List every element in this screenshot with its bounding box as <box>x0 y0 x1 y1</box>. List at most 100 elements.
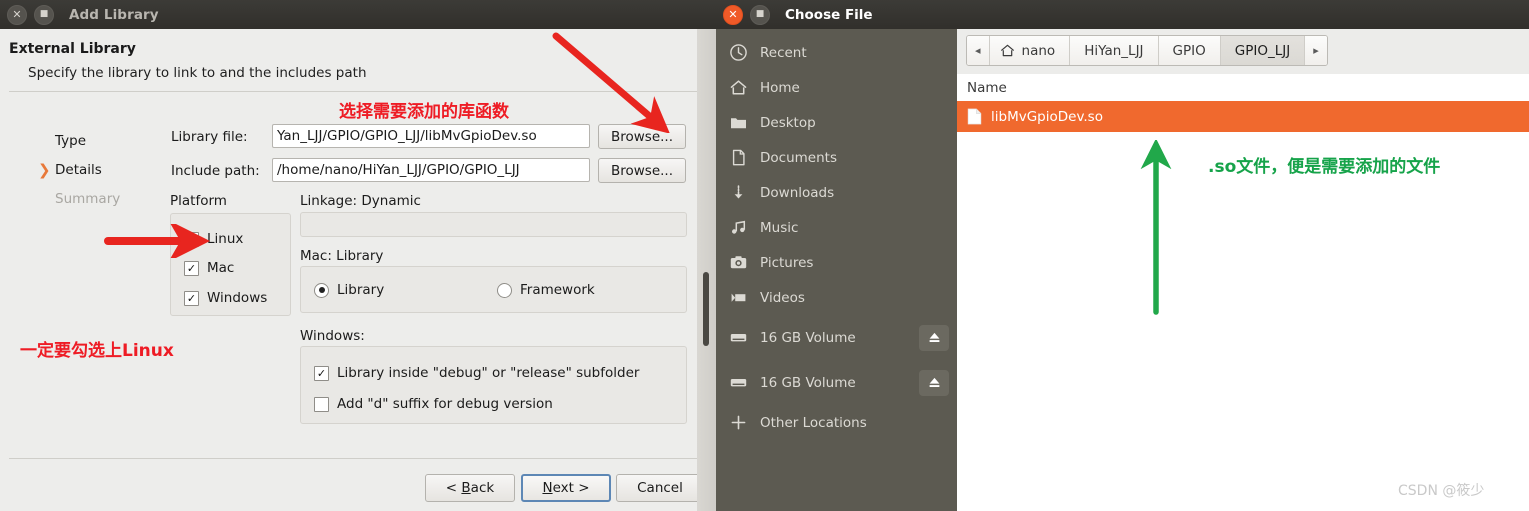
file-list-item-selected[interactable]: libMvGpioDev.so <box>957 101 1529 132</box>
home-icon <box>716 78 760 97</box>
mac-library-option-label: Library <box>337 282 385 298</box>
windows-option-label: Library inside "debug" or "release" subf… <box>337 365 640 381</box>
cancel-button[interactable]: Cancel <box>616 474 704 502</box>
sidebar-item-pictures[interactable]: Pictures <box>716 245 957 280</box>
sidebar-item-label: Recent <box>760 44 807 61</box>
sidebar-item-label: Music <box>760 219 799 236</box>
sidebar-item-label: Home <box>760 79 800 96</box>
mac-radio-framework[interactable]: Framework <box>497 282 595 298</box>
include-path-label: Include path: <box>171 163 260 179</box>
choose-file-window-title: Choose File <box>785 6 873 23</box>
radio-selected-icon <box>314 282 329 298</box>
sidebar-item-label: Desktop <box>760 114 816 131</box>
sidebar-item-home[interactable]: Home <box>716 70 957 105</box>
path-bar: ◂ nano HiYan_LJJ GPIO GPIO_LJJ ▸ <box>957 29 1529 74</box>
sidebar-item-videos[interactable]: Videos <box>716 280 957 315</box>
platform-label: Platform <box>170 193 227 209</box>
footer-divider <box>9 458 699 459</box>
annotation-green-right: .so文件，便是需要添加的文件 <box>1208 157 1441 177</box>
windows-label: Windows: <box>300 328 365 344</box>
drive-icon <box>716 373 760 392</box>
file-icon <box>967 108 982 125</box>
breadcrumb-scroll-right-button[interactable]: ▸ <box>1305 36 1327 65</box>
back-button-label: < Back <box>445 480 495 496</box>
linkage-label: Linkage: Dynamic <box>300 193 421 209</box>
sidebar-item-downloads[interactable]: Downloads <box>716 175 957 210</box>
places-sidebar: Recent Home Desktop Documents Downloads <box>716 29 957 511</box>
breadcrumb-scroll-left-button[interactable]: ◂ <box>967 36 990 65</box>
linkage-value-box <box>300 212 687 237</box>
sidebar-item-other-locations[interactable]: Other Locations <box>716 405 957 440</box>
platform-checkbox-linux[interactable]: ✓ Linux <box>184 231 243 247</box>
mac-radio-library[interactable]: Library <box>314 282 384 298</box>
close-icon[interactable]: ✕ <box>7 4 27 25</box>
sidebar-item-label: 16 GB Volume <box>760 374 856 391</box>
next-button-label: Next > <box>542 480 590 496</box>
platform-option-label: Windows <box>207 290 268 306</box>
clock-icon <box>716 43 760 62</box>
maximize-icon[interactable]: ■ <box>34 4 54 25</box>
drive-icon <box>716 328 760 347</box>
library-file-label: Library file: <box>171 129 248 145</box>
back-button[interactable]: < Back <box>425 474 515 502</box>
platform-option-label: Linux <box>207 231 244 247</box>
sidebar-item-desktop[interactable]: Desktop <box>716 105 957 140</box>
include-path-browse-button[interactable]: Browse... <box>598 158 686 183</box>
breadcrumb-item-gpio-ljj[interactable]: GPIO_LJJ <box>1220 36 1306 65</box>
breadcrumb: ◂ nano HiYan_LJJ GPIO GPIO_LJJ ▸ <box>966 35 1328 66</box>
annotation-red-top: 选择需要添加的库函数 <box>339 102 509 122</box>
breadcrumb-item-gpio[interactable]: GPIO <box>1158 36 1221 65</box>
checkbox-icon: ✓ <box>184 231 199 247</box>
windows-checkbox-subfolder[interactable]: ✓ Library inside "debug" or "release" su… <box>314 365 639 381</box>
sidebar-item-recent[interactable]: Recent <box>716 35 957 70</box>
sidebar-item-volume-2[interactable]: 16 GB Volume <box>716 360 957 405</box>
checkbox-icon <box>314 396 329 412</box>
choose-file-titlebar: ✕ ■ Choose File <box>716 0 1529 29</box>
sidebar-item-documents[interactable]: Documents <box>716 140 957 175</box>
include-path-input[interactable]: /home/nano/HiYan_LJJ/GPIO/GPIO_LJJ <box>272 158 590 182</box>
file-browser-main: ◂ nano HiYan_LJJ GPIO GPIO_LJJ ▸ Name li… <box>957 29 1529 511</box>
breadcrumb-item-nano[interactable]: nano <box>989 36 1071 65</box>
platform-checkbox-windows[interactable]: ✓ Windows <box>184 290 267 306</box>
vertical-scrollbar-track[interactable] <box>697 29 716 511</box>
home-icon <box>1000 43 1015 58</box>
download-icon <box>716 183 760 202</box>
next-button[interactable]: Next > <box>521 474 611 502</box>
document-icon <box>716 148 760 167</box>
sidebar-item-music[interactable]: Music <box>716 210 957 245</box>
add-library-window: ✕ ■ Add Library External Library Specify… <box>0 0 716 511</box>
sidebar-item-volume-1[interactable]: 16 GB Volume <box>716 315 957 360</box>
sidebar-item-label: Documents <box>760 149 837 166</box>
file-name-label: libMvGpioDev.so <box>991 108 1103 125</box>
close-icon[interactable]: ✕ <box>723 4 743 25</box>
windows-option-label: Add "d" suffix for debug version <box>337 396 553 412</box>
annotation-red-left: 一定要勾选上Linux <box>20 341 174 361</box>
file-list-header: Name <box>957 74 1529 102</box>
mac-library-label: Mac: Library <box>300 248 384 264</box>
plus-icon <box>716 413 760 432</box>
windows-checkbox-dsuffix[interactable]: Add "d" suffix for debug version <box>314 396 553 412</box>
vertical-scrollbar-thumb[interactable] <box>703 272 709 346</box>
checkbox-icon: ✓ <box>314 365 329 381</box>
add-library-titlebar: ✕ ■ Add Library <box>0 0 716 29</box>
platform-checkbox-mac[interactable]: ✓ Mac <box>184 260 234 276</box>
sidebar-item-label: Other Locations <box>760 414 867 431</box>
folder-icon <box>716 113 760 132</box>
library-file-input[interactable]: Yan_LJJ/GPIO/GPIO_LJJ/libMvGpioDev.so <box>272 124 590 148</box>
eject-icon[interactable] <box>919 324 949 351</box>
sidebar-item-label: Videos <box>760 289 805 306</box>
breadcrumb-item-hiyan-ljj[interactable]: HiYan_LJJ <box>1070 36 1159 65</box>
camera-icon <box>716 253 760 272</box>
music-icon <box>716 218 760 237</box>
sidebar-item-label: Downloads <box>760 184 835 201</box>
sidebar-item-label: Pictures <box>760 254 814 271</box>
mac-library-option-label: Framework <box>520 282 595 298</box>
radio-unselected-icon <box>497 282 512 298</box>
eject-icon[interactable] <box>919 369 949 396</box>
checkbox-icon: ✓ <box>184 260 199 276</box>
library-file-browse-button[interactable]: Browse... <box>598 124 686 149</box>
csdn-watermark: CSDN @筱少 <box>1398 483 1485 499</box>
video-icon <box>716 288 760 307</box>
column-header-name[interactable]: Name <box>957 80 1007 96</box>
maximize-icon[interactable]: ■ <box>750 4 770 25</box>
